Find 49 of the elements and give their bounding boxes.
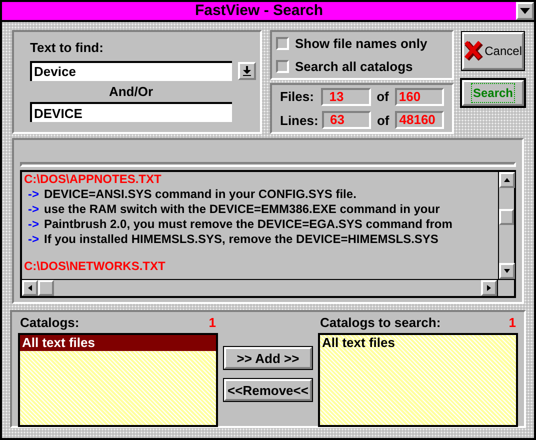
match-marker: -> — [27, 202, 40, 217]
found-count: 13 — [321, 88, 371, 106]
scroll-up-button[interactable] — [499, 172, 515, 188]
window-title: FastView - Search — [194, 2, 324, 20]
search-field[interactable]: Device — [30, 60, 232, 80]
checkbox-label: Show file names only — [295, 34, 428, 53]
menu-button[interactable] — [516, 2, 534, 20]
history-button[interactable] — [238, 62, 256, 80]
cancel-button[interactable]: Cancel — [462, 32, 524, 70]
caret-icon — [520, 8, 530, 14]
total-count: 160 — [394, 88, 444, 106]
match-line[interactable]: use the RAM switch with the DEVICE=EMM386.EXE command in your — [44, 202, 440, 217]
match-line[interactable]: If you installed HIMEMSLS.SYS, remove the DEVICE=HIMEMSLS.SYS — [44, 232, 438, 247]
total-count: 48160 — [395, 111, 444, 130]
vertical-scrollbar[interactable] — [498, 172, 514, 279]
list-label: Catalogs to search: — [320, 314, 441, 332]
match-line[interactable]: DEVICE=ANSI.SYS command in your CONFIG.SYS file. — [44, 187, 356, 202]
match-marker: -> — [27, 217, 40, 232]
catalog-item[interactable]: All text files — [320, 334, 516, 350]
field-label: Text to find: — [30, 39, 104, 57]
horizontal-scrollbar[interactable] — [22, 280, 497, 296]
of-label: of — [376, 88, 389, 106]
list-count: 1 — [208, 314, 216, 332]
scroll-down-button[interactable] — [499, 263, 515, 279]
count-label: Lines: — [280, 112, 316, 130]
cross-icon — [464, 40, 484, 62]
scroll-right-button[interactable] — [481, 280, 497, 296]
match-marker: -> — [27, 187, 40, 202]
match-line[interactable]: Paintbrush 2.0, you must remove the DEVICE=EGA.SYS command from — [44, 217, 452, 232]
list-label: Catalogs: — [20, 314, 80, 332]
scroll-thumb[interactable] — [38, 280, 54, 296]
checkbox-label: Search all catalogs — [295, 58, 413, 76]
connector-label: And/Or — [108, 82, 154, 100]
add-button[interactable]: >> Add >> — [224, 347, 312, 369]
download-icon — [242, 66, 252, 76]
list-count: 1 — [508, 314, 516, 332]
count-label: Files: — [280, 88, 315, 106]
of-label: of — [376, 112, 390, 130]
catalog-item[interactable]: All text files — [20, 334, 216, 350]
match-marker: -> — [27, 232, 40, 247]
found-count: 63 — [322, 111, 371, 130]
second-search-field[interactable]: DEVICE — [30, 102, 232, 122]
catalog-list[interactable]: All text files — [18, 332, 218, 426]
checkbox[interactable] — [276, 37, 289, 50]
scroll-left-button[interactable] — [22, 280, 38, 296]
catalog-list[interactable]: All text files — [318, 332, 518, 426]
remove-button[interactable]: <<Remove<< — [224, 379, 312, 401]
scroll-thumb[interactable] — [499, 209, 514, 225]
checkbox[interactable] — [276, 60, 289, 73]
